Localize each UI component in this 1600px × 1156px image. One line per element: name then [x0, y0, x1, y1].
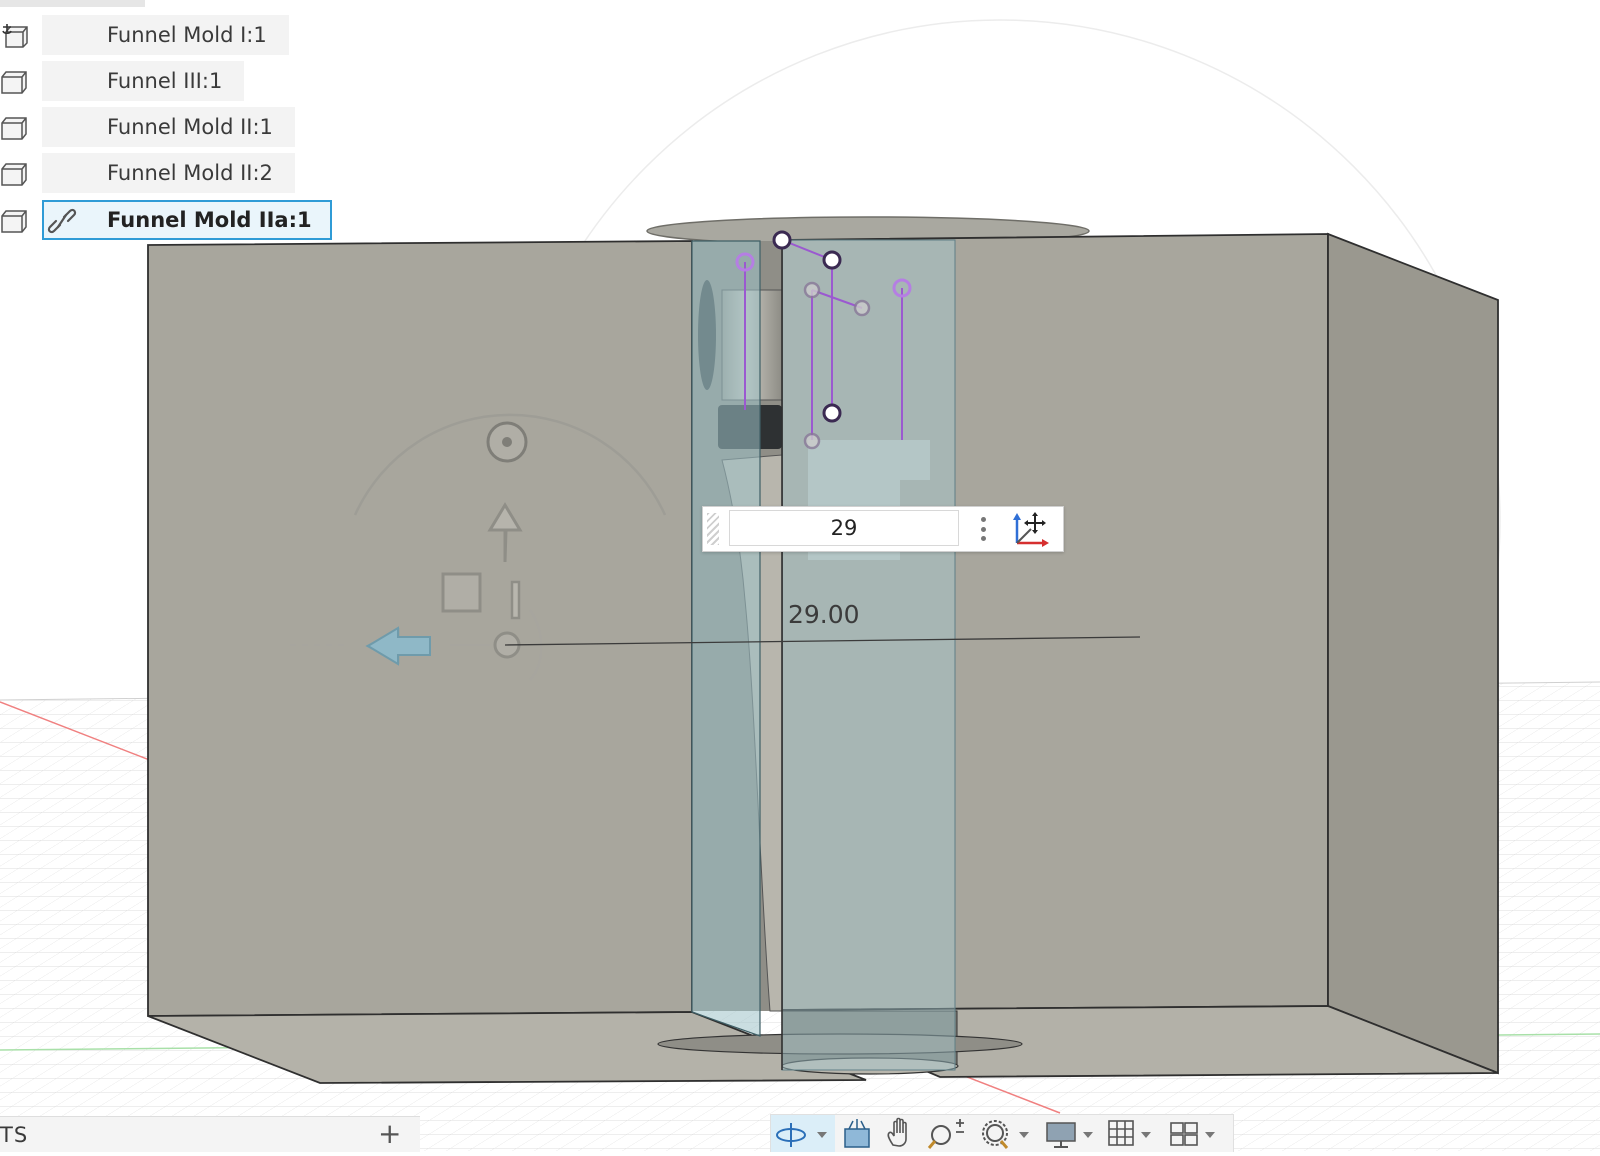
navigation-bar — [770, 1114, 1234, 1152]
pan-icon — [887, 1117, 907, 1147]
grid-icon — [1108, 1120, 1151, 1146]
section-plane-right — [781, 239, 956, 1071]
browser-item-label[interactable]: Funnel III:1 — [42, 61, 245, 101]
drag-handle[interactable] — [707, 513, 719, 545]
orbit-button[interactable] — [771, 1115, 835, 1152]
zoom-icon — [927, 1119, 964, 1149]
fit-button[interactable] — [975, 1115, 1039, 1152]
zoom-button[interactable] — [923, 1115, 973, 1152]
panel-title: TS — [0, 1123, 29, 1147]
browser-item-label[interactable]: Funnel Mold II:2 — [42, 153, 295, 193]
component-box-icon — [1, 163, 27, 186]
dimension-label: 29.00 — [788, 600, 860, 629]
section-plane-left — [691, 240, 761, 1037]
component-anchor-icon — [2, 24, 28, 48]
distance-input[interactable] — [729, 510, 959, 546]
link-icon[interactable] — [46, 207, 78, 235]
look-at-icon — [844, 1119, 870, 1148]
display-settings-icon — [1046, 1122, 1093, 1148]
grid-settings-button[interactable] — [1105, 1115, 1165, 1152]
fit-icon — [982, 1120, 1029, 1149]
viewports-button[interactable] — [1167, 1115, 1231, 1152]
display-settings-button[interactable] — [1041, 1115, 1103, 1152]
viewports-icon — [1170, 1122, 1215, 1146]
look-at-button[interactable] — [837, 1115, 877, 1152]
axis-move-icon[interactable] — [1013, 511, 1049, 547]
browser-item-label[interactable]: Funnel Mold I:1 — [42, 15, 289, 55]
more-options-icon[interactable] — [975, 513, 991, 545]
funnel-body — [147, 216, 1499, 1084]
browser-scroll-edge — [0, 0, 145, 7]
comments-panel: TS + — [0, 1116, 420, 1152]
dimension-input-box — [702, 506, 1064, 552]
browser-item-label[interactable]: Funnel Mold IIa:1 — [42, 200, 332, 240]
component-box-icon — [1, 117, 27, 140]
component-box-icon — [1, 210, 27, 233]
pan-button[interactable] — [879, 1115, 921, 1152]
orbit-icon — [776, 1123, 827, 1147]
add-button[interactable]: + — [378, 1117, 401, 1151]
browser-item-label[interactable]: Funnel Mold II:1 — [42, 107, 295, 147]
component-box-icon — [1, 71, 27, 94]
